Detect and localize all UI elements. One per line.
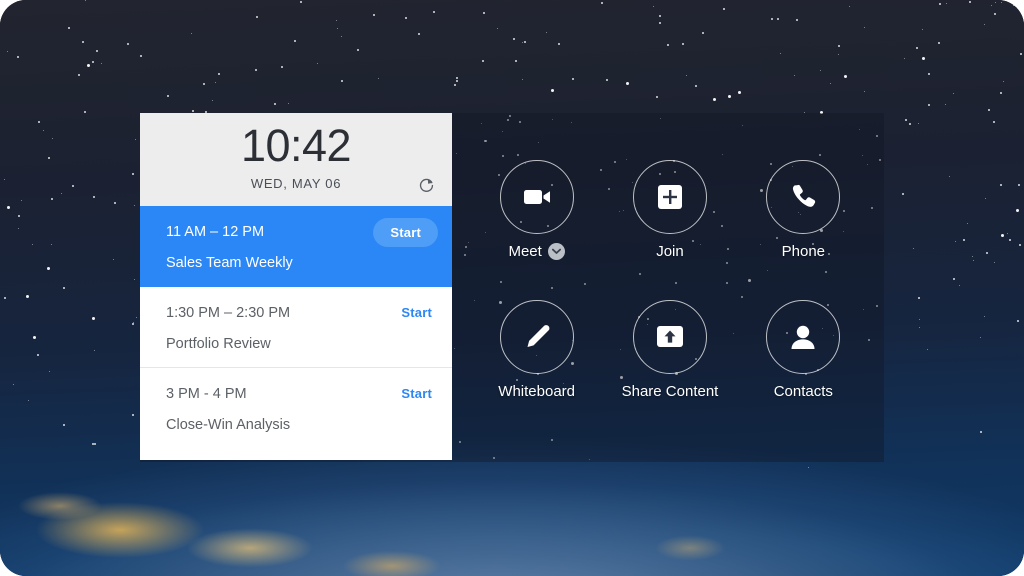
schedule-card: 10:42 WED, MAY 06 11 AM – 12 PM Sales Tea… xyxy=(140,113,452,460)
meeting-row[interactable]: 3 PM - 4 PM Close-Win Analysis Start xyxy=(140,368,452,449)
action-whiteboard[interactable]: Whiteboard xyxy=(473,300,601,400)
action-label-text: Contacts xyxy=(773,383,833,400)
action-meet[interactable]: Meet xyxy=(473,160,601,260)
start-meeting-button[interactable]: Start xyxy=(373,218,438,247)
action-label-text: Share Content xyxy=(621,383,719,400)
action-grid: Meet Join Phone Whiteboard Share Content Cont… xyxy=(470,160,870,400)
pencil-icon xyxy=(499,300,574,374)
action-phone[interactable]: Phone xyxy=(739,160,867,260)
video-camera-icon xyxy=(499,160,574,234)
meeting-time: 1:30 PM – 2:30 PM xyxy=(166,305,291,321)
upload-box-icon xyxy=(632,300,707,374)
meeting-row[interactable]: 11 AM – 12 PM Sales Team Weekly Start xyxy=(140,206,452,287)
start-meeting-button[interactable]: Start xyxy=(401,386,432,401)
meeting-time: 3 PM - 4 PM xyxy=(166,386,247,402)
action-join[interactable]: Join xyxy=(606,160,734,260)
action-contacts[interactable]: Contacts xyxy=(739,300,867,400)
action-label: Phone xyxy=(782,243,825,260)
action-label-text: Join xyxy=(656,243,684,260)
device-screen: 10:42 WED, MAY 06 11 AM – 12 PM Sales Tea… xyxy=(0,0,1024,576)
phone-icon xyxy=(766,160,841,234)
clock-time: 10:42 xyxy=(240,120,352,171)
start-meeting-button[interactable]: Start xyxy=(401,305,432,320)
meeting-title: Close-Win Analysis xyxy=(166,417,291,433)
meeting-title: Sales Team Weekly xyxy=(166,255,293,271)
meeting-row[interactable]: 1:30 PM – 2:30 PM Portfolio Review Start xyxy=(140,287,452,368)
action-label: Share Content xyxy=(622,383,719,400)
action-label-text: Whiteboard xyxy=(498,383,576,400)
action-label-text: Meet xyxy=(508,243,542,260)
clock-date: WED, MAY 06 xyxy=(250,176,342,191)
meeting-list: 11 AM – 12 PM Sales Team Weekly Start 1:30 … xyxy=(140,206,452,449)
plus-square-icon xyxy=(632,160,707,234)
person-icon xyxy=(766,300,841,374)
action-label: Whiteboard xyxy=(498,383,575,400)
refresh-icon[interactable] xyxy=(414,173,438,197)
action-label: Meet xyxy=(508,243,565,260)
chevron-down-icon[interactable] xyxy=(547,243,565,260)
action-label-text: Phone xyxy=(781,243,825,260)
action-label: Contacts xyxy=(774,383,833,400)
action-label: Join xyxy=(656,243,684,260)
action-share-content[interactable]: Share Content xyxy=(606,300,734,400)
meeting-title: Portfolio Review xyxy=(166,336,271,352)
clock-header: 10:42 WED, MAY 06 xyxy=(140,113,452,206)
